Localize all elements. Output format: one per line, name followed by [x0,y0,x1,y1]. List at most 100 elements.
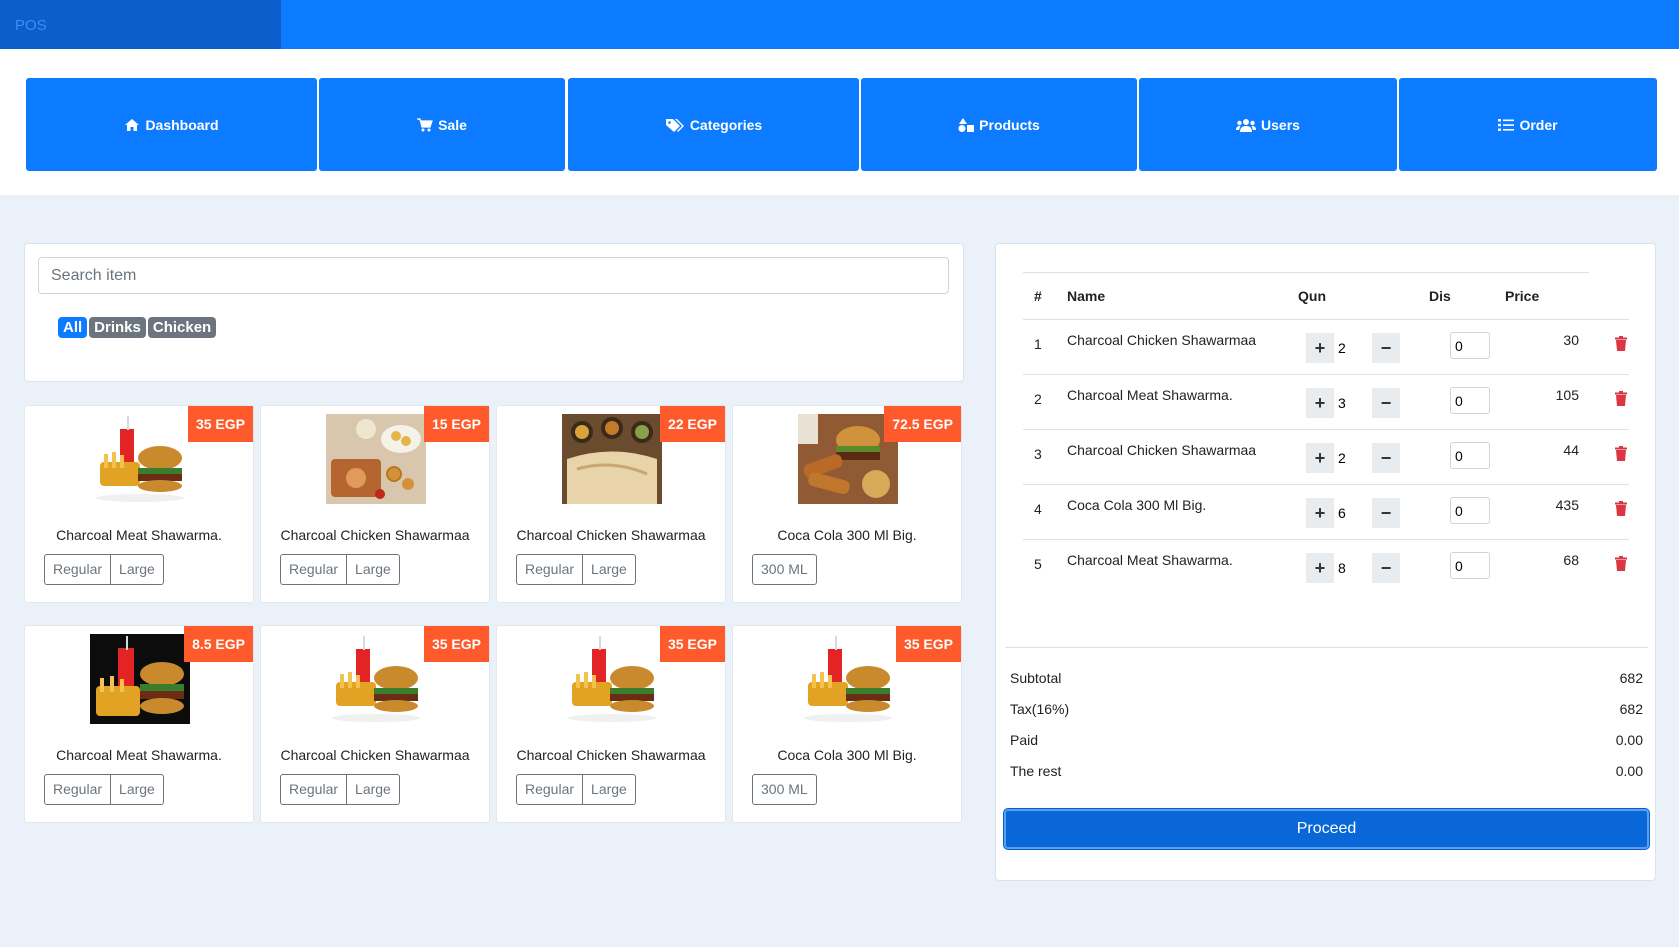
discount-input[interactable] [1450,552,1490,579]
nav-users-button[interactable]: Users [1139,78,1397,171]
product-image [798,414,898,504]
row-price: 105 [1555,387,1579,403]
nav-order-button[interactable]: Order [1399,78,1657,171]
product-name: Charcoal Meat Shawarma. [56,747,222,763]
decrement-button[interactable]: − [1372,498,1400,528]
cart-row: 5 Charcoal Meat Shawarma. + − 68 [1023,539,1629,594]
row-name: Charcoal Chicken Shawarmaa [1067,332,1257,348]
increment-button[interactable]: + [1306,388,1334,418]
variant-regular-button[interactable]: Regular [516,554,584,585]
search-panel: All Drinks Chicken [24,243,964,382]
tax-value: 682 [1619,701,1643,717]
proceed-button[interactable]: Proceed [1004,809,1649,849]
cart-panel: # Name Qun Dis Price 1 Charcoal Chicken … [995,243,1656,881]
variant-regular-button[interactable]: Regular [44,774,112,805]
variant-large-button[interactable]: Large [111,774,164,805]
decrement-button[interactable]: − [1372,443,1400,473]
cart-row: 3 Charcoal Chicken Shawarmaa + − 44 [1023,429,1629,484]
nav-dashboard-button[interactable]: Dashboard [26,78,317,171]
quantity-input[interactable] [1334,553,1372,583]
quantity-input[interactable] [1334,333,1372,363]
discount-input[interactable] [1450,497,1490,524]
search-input[interactable] [38,257,949,294]
increment-button[interactable]: + [1306,333,1334,363]
variant-group: Regular Large [44,554,164,585]
row-price: 68 [1563,552,1579,568]
row-name: Coca Cola 300 Ml Big. [1067,497,1207,513]
quantity-stepper: + − [1306,498,1400,528]
cart-row: 2 Charcoal Meat Shawarma. + − 105 [1023,374,1629,429]
cart-icon [417,117,433,131]
product-name: Charcoal Chicken Shawarmaa [280,747,470,763]
quantity-input[interactable] [1334,443,1372,473]
increment-button[interactable]: + [1306,553,1334,583]
product-card[interactable]: 72.5 EGP Coca Cola 300 Ml Big. 300 ML [732,405,962,603]
col-header-dis: Dis [1429,288,1451,304]
product-image [96,416,184,502]
decrement-button[interactable]: − [1372,333,1400,363]
filter-chicken-badge[interactable]: Chicken [147,317,217,338]
paid-label: Paid [1010,732,1039,748]
variant-300ml-button[interactable]: 300 ML [752,554,817,585]
product-name: Charcoal Chicken Shawarmaa [516,747,706,763]
product-name: Charcoal Chicken Shawarmaa [516,527,706,543]
product-card[interactable]: 8.5 EGP Charcoal Meat Shawarma. Regular … [24,625,254,823]
product-card[interactable]: 35 EGP Charcoal Chicken Shawarmaa Regula… [260,625,490,823]
variant-group: Regular Large [44,774,164,805]
increment-button[interactable]: + [1306,443,1334,473]
brand-logo[interactable]: POS [0,0,281,49]
product-card[interactable]: 35 EGP Charcoal Chicken Shawarmaa Regula… [496,625,726,823]
trash-icon[interactable] [1615,556,1627,571]
top-bar: POS [0,0,1679,49]
trash-icon[interactable] [1615,446,1627,461]
nav-products-button[interactable]: Products [861,78,1137,171]
product-image [326,414,426,504]
filter-all-badge[interactable]: All [58,317,88,338]
product-card[interactable]: 35 EGP Charcoal Meat Shawarma. Regular L… [24,405,254,603]
product-card[interactable]: 22 EGP Charcoal Chicken Shawarmaa Regula… [496,405,726,603]
variant-large-button[interactable]: Large [347,554,400,585]
variant-group: 300 ML [752,774,817,805]
discount-input[interactable] [1450,387,1490,414]
row-price: 30 [1563,332,1579,348]
variant-large-button[interactable]: Large [111,554,164,585]
trash-icon[interactable] [1615,391,1627,406]
product-name: Charcoal Meat Shawarma. [56,527,222,543]
nav-sale-button[interactable]: Sale [319,78,565,171]
discount-input[interactable] [1450,332,1490,359]
col-header-price: Price [1505,288,1540,304]
product-image [568,636,656,722]
row-num: 1 [1034,336,1042,352]
variant-regular-button[interactable]: Regular [280,554,348,585]
trash-icon[interactable] [1615,501,1627,516]
variant-regular-button[interactable]: Regular [44,554,112,585]
nav-categories-button[interactable]: Categories [568,78,859,171]
quantity-input[interactable] [1334,498,1372,528]
variant-group: 300 ML [752,554,817,585]
row-name: Charcoal Meat Shawarma. [1067,387,1233,403]
filter-drinks-badge[interactable]: Drinks [89,317,146,338]
variant-regular-button[interactable]: Regular [280,774,348,805]
row-num: 5 [1034,556,1042,572]
trash-icon[interactable] [1615,336,1627,351]
quantity-stepper: + − [1306,553,1400,583]
variant-large-button[interactable]: Large [583,774,636,805]
product-card[interactable]: 15 EGP Charcoal Chicken Shawarmaa Regula… [260,405,490,603]
tags-icon [665,118,684,132]
variant-regular-button[interactable]: Regular [516,774,584,805]
product-name: Charcoal Chicken Shawarmaa [280,527,470,543]
row-num: 4 [1034,501,1042,517]
quantity-input[interactable] [1334,388,1372,418]
variant-large-button[interactable]: Large [583,554,636,585]
discount-input[interactable] [1450,442,1490,469]
variant-300ml-button[interactable]: 300 ML [752,774,817,805]
row-price: 44 [1563,442,1579,458]
variant-group: Regular Large [280,774,400,805]
decrement-button[interactable]: − [1372,388,1400,418]
decrement-button[interactable]: − [1372,553,1400,583]
variant-large-button[interactable]: Large [347,774,400,805]
product-card[interactable]: 35 EGP Coca Cola 300 Ml Big. 300 ML [732,625,962,823]
nav-order-label: Order [1519,116,1558,133]
increment-button[interactable]: + [1306,498,1334,528]
variant-group: Regular Large [516,554,636,585]
